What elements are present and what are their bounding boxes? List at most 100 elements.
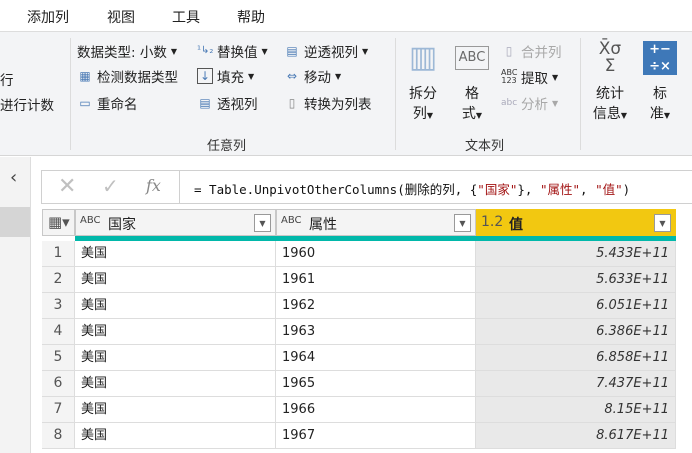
cell-attribute[interactable]: 1960	[276, 241, 476, 267]
cell-value[interactable]: 6.858E+11	[476, 345, 676, 371]
cell-attribute[interactable]: 1966	[276, 397, 476, 423]
table-row: 3 美国 1962 6.051E+11	[42, 293, 676, 319]
cell-attribute[interactable]: 1964	[276, 345, 476, 371]
group-label-any-column: 任意列	[207, 139, 247, 154]
extract-button[interactable]: ABC 123 提取 ▼	[501, 67, 558, 88]
cell-value[interactable]: 6.386E+11	[476, 319, 676, 345]
rename-button[interactable]: ▭ 重命名	[77, 93, 138, 113]
replace-values-label: 替换值	[217, 45, 258, 61]
rename-label: 重命名	[97, 97, 138, 113]
table-row: 8 美国 1967 8.617E+11	[42, 423, 676, 449]
column-header-attribute[interactable]: ABC 属性 ▼	[276, 209, 476, 236]
parse-label: 分析	[521, 97, 548, 113]
cell-country[interactable]: 美国	[75, 371, 276, 397]
pivot-column-button[interactable]: ▤ 透视列	[197, 93, 258, 113]
text-type-icon[interactable]: ABC	[281, 215, 302, 226]
row-number[interactable]: 2	[42, 267, 75, 293]
cell-value[interactable]: 7.437E+11	[476, 371, 676, 397]
merge-icon: ▯	[505, 44, 513, 58]
cell-value[interactable]: 5.633E+11	[476, 267, 676, 293]
standard-label-2: 准▼	[649, 106, 671, 122]
unpivot-icon: ▤	[286, 44, 298, 58]
parse-button[interactable]: abc 分析 ▼	[501, 93, 558, 113]
cell-value[interactable]: 8.617E+11	[476, 423, 676, 449]
menu-bar: 添加列 视图 工具 帮助	[0, 0, 692, 32]
convert-to-list-button[interactable]: ▯ 转换为列表	[284, 93, 372, 113]
fill-label: 填充	[217, 70, 244, 86]
standard-button[interactable]: +− ÷× 标 准▼	[640, 38, 680, 126]
cell-value[interactable]: 5.433E+11	[476, 241, 676, 267]
merge-label: 合并列	[521, 45, 562, 61]
row-number[interactable]: 7	[42, 397, 75, 423]
filter-dropdown-icon[interactable]: ▼	[454, 214, 471, 232]
replace-values-button[interactable]: ¹↳₂ 替换值 ▼	[197, 41, 268, 61]
format-label-2: 式▼	[461, 106, 483, 122]
tab-add-column[interactable]: 添加列	[27, 7, 69, 27]
fill-down-icon: ↓	[197, 68, 213, 84]
table-row: 7 美国 1966 8.15E+11	[42, 397, 676, 423]
filter-dropdown-icon[interactable]: ▼	[254, 214, 271, 232]
fx-icon[interactable]: fx	[146, 176, 161, 195]
formula-bar: ✕ ✓ fx = Table.UnpivotOtherColumns(删除的列,…	[41, 170, 692, 204]
cell-country[interactable]: 美国	[75, 267, 276, 293]
format-button[interactable]: ABC 格 式▼	[450, 38, 494, 126]
data-type-label: 数据类型: 小数	[77, 45, 167, 61]
cell-country[interactable]: 美国	[75, 423, 276, 449]
column-header-value[interactable]: 1.2 值 ▼	[476, 209, 676, 236]
detect-type-label: 检测数据类型	[97, 70, 178, 86]
filter-dropdown-icon[interactable]: ▼	[654, 214, 671, 232]
move-button[interactable]: ⇔ 移动 ▼	[284, 66, 341, 86]
cell-country[interactable]: 美国	[75, 293, 276, 319]
cell-country[interactable]: 美国	[75, 241, 276, 267]
row-number[interactable]: 4	[42, 319, 75, 345]
tab-help[interactable]: 帮助	[237, 7, 265, 27]
detect-type-button[interactable]: ▦ 检测数据类型	[77, 66, 178, 86]
divider	[70, 38, 71, 150]
split-column-button[interactable]: ▥ 拆分 列▼	[401, 38, 445, 126]
cell-value[interactable]: 6.051E+11	[476, 293, 676, 319]
cell-country[interactable]: 美国	[75, 397, 276, 423]
caret-down-icon: ▼	[335, 71, 342, 81]
row-number[interactable]: 3	[42, 293, 75, 319]
cell-attribute[interactable]: 1963	[276, 319, 476, 345]
text-type-icon[interactable]: ABC	[80, 215, 101, 226]
chevron-left-icon[interactable]: ‹	[10, 167, 17, 188]
abc123-icon: ABC 123	[501, 68, 518, 85]
row-number[interactable]: 1	[42, 241, 75, 267]
tab-tools[interactable]: 工具	[172, 7, 200, 27]
cell-country[interactable]: 美国	[75, 319, 276, 345]
standard-label: 标	[653, 86, 667, 102]
cell-value[interactable]: 8.15E+11	[476, 397, 676, 423]
split-label: 拆分	[409, 86, 437, 102]
cell-attribute[interactable]: 1961	[276, 267, 476, 293]
row-number[interactable]: 6	[42, 371, 75, 397]
cell-attribute[interactable]: 1962	[276, 293, 476, 319]
statistics-label: 统计	[596, 86, 624, 102]
merge-columns-button[interactable]: ▯ 合并列	[501, 41, 562, 61]
divider	[580, 38, 581, 150]
decimal-type-icon[interactable]: 1.2	[481, 214, 503, 230]
column-header-country[interactable]: ABC 国家 ▼	[75, 209, 276, 236]
ribbon-partial-row[interactable]: 行	[0, 69, 14, 89]
data-type-dropdown[interactable]: 数据类型: 小数 ▼	[77, 41, 177, 61]
cell-country[interactable]: 美国	[75, 345, 276, 371]
cancel-icon[interactable]: ✕	[58, 174, 76, 199]
row-number[interactable]: 8	[42, 423, 75, 449]
ribbon-partial-count-rows[interactable]: 进行计数	[0, 94, 54, 114]
query-selected-item[interactable]	[0, 207, 30, 237]
fill-button[interactable]: ↓ 填充 ▼	[197, 66, 254, 86]
cell-attribute[interactable]: 1965	[276, 371, 476, 397]
cell-attribute[interactable]: 1967	[276, 423, 476, 449]
split-column-icon: ▥	[408, 40, 438, 75]
tab-view[interactable]: 视图	[107, 7, 135, 27]
format-label: 格	[465, 86, 479, 102]
table-row: 6 美国 1965 7.437E+11	[42, 371, 676, 397]
row-number[interactable]: 5	[42, 345, 75, 371]
table-menu-button[interactable]: ▦▾	[42, 209, 75, 236]
confirm-icon[interactable]: ✓	[102, 174, 119, 198]
formula-input[interactable]: = Table.UnpivotOtherColumns(删除的列, {"国家"}…	[194, 179, 630, 198]
rename-icon: ▭	[79, 96, 91, 110]
statistics-button[interactable]: X̄σ Σ 统计 信息▼	[586, 38, 634, 126]
pivot-label: 透视列	[217, 97, 258, 113]
unpivot-button[interactable]: ▤ 逆透视列 ▼	[284, 41, 368, 61]
